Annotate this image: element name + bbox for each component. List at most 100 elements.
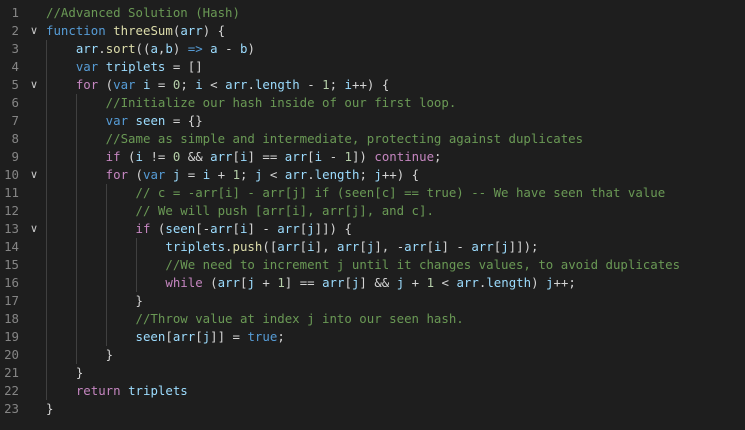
code-line[interactable]: 12 // We will push [arr[i], arr[j], and c…: [0, 202, 745, 220]
chevron-down-icon[interactable]: ∨: [28, 220, 40, 238]
code-token: !=: [142, 149, 173, 164]
code-line[interactable]: 22 return triplets: [0, 382, 745, 400]
code-line[interactable]: 16 while (arr[j + 1] == arr[j] && j + 1 <…: [0, 274, 745, 292]
code-token: triplets: [128, 383, 188, 398]
code-editor[interactable]: 1 //Advanced Solution (Hash) 2 ∨ function th…: [0, 0, 745, 430]
line-number: 15: [4, 257, 19, 272]
code-token: }: [135, 293, 143, 308]
code-line[interactable]: 2 ∨ function threeSum(arr) {: [0, 22, 745, 40]
code-token: 1: [344, 149, 352, 164]
indent-guide: [75, 202, 77, 220]
code-line[interactable]: 18 //Throw value at index j into our seen…: [0, 310, 745, 328]
indent-guide: [46, 256, 47, 274]
code-line[interactable]: 1 //Advanced Solution (Hash): [0, 4, 745, 22]
code-token: arr: [210, 149, 233, 164]
code-line[interactable]: 13 ∨ if (seen[-arr[i] - arr[j]]) {: [0, 220, 745, 238]
code-line[interactable]: 5 ∨ for (var i = 0; i < arr.length - 1; i+…: [0, 76, 745, 94]
code-line[interactable]: 3 arr.sort((a,b) => a - b): [0, 40, 745, 58]
code-token: //Advanced Solution (Hash): [46, 5, 240, 20]
code-token: return: [75, 383, 121, 398]
code-token: var: [75, 59, 99, 74]
code-token: arr: [471, 239, 494, 254]
code-token: arr: [284, 149, 308, 164]
code-token: arr: [277, 221, 300, 236]
code-token: if: [105, 149, 121, 164]
code-line[interactable]: 15 //We need to increment j until it chan…: [0, 256, 745, 274]
indent-guide: [75, 112, 77, 130]
code-token: b: [240, 41, 248, 56]
code-token: sort: [105, 41, 136, 56]
code-token: &&: [180, 149, 211, 164]
code-token: ) {: [202, 23, 226, 38]
indent-guide: [75, 148, 77, 166]
code-token: arr: [75, 41, 99, 56]
code-text: for (var j = i + 1; j < arr.length; j++)…: [106, 166, 419, 184]
code-line[interactable]: 7 var seen = {}: [0, 112, 745, 130]
code-token: for: [105, 167, 129, 182]
code-line[interactable]: 20}: [0, 346, 745, 364]
code-token: =>: [187, 41, 203, 56]
code-token: // We will push [arr[i], arr[j], and c].: [135, 203, 434, 218]
code-token: var: [142, 167, 166, 182]
indent-guide: [105, 310, 107, 328]
code-token: seen: [135, 329, 166, 344]
code-token: arr: [404, 239, 427, 254]
line-number: 3: [11, 41, 19, 56]
code-token: j: [247, 275, 255, 290]
code-token: ((: [135, 41, 151, 56]
code-line[interactable]: 14 triplets.push([arr[i], arr[j], -arr[i]…: [0, 238, 745, 256]
code-token: .: [225, 239, 233, 254]
code-text: function threeSum(arr) {: [46, 22, 225, 40]
code-line[interactable]: 10 ∨ for (var j = i + 1; j < arr.length; j…: [0, 166, 745, 184]
line-number: 19: [4, 329, 19, 344]
line-number: 6: [11, 95, 19, 110]
code-token: }: [75, 365, 84, 380]
code-token: <: [434, 275, 457, 290]
code-line[interactable]: 6 //Initialize our hash inside of our fir…: [0, 94, 745, 112]
code-text: for (var i = 0; i < arr.length - 1; i++)…: [76, 76, 389, 94]
code-line[interactable]: 23}: [0, 400, 745, 418]
code-line[interactable]: 4 var triplets = []: [0, 58, 745, 76]
code-token: i: [314, 149, 323, 164]
code-token: 1: [426, 275, 435, 290]
code-token: arr: [337, 239, 360, 254]
code-token: [: [344, 275, 352, 290]
code-token: +: [404, 275, 427, 290]
chevron-down-icon[interactable]: ∨: [28, 22, 40, 40]
code-token: ],: [314, 239, 337, 254]
indent-guide: [75, 274, 77, 292]
code-text: triplets.push([arr[i], arr[j], -arr[i] -…: [165, 238, 538, 256]
indent-guide: [46, 184, 47, 202]
code-text: //Initialize our hash inside of our firs…: [106, 94, 457, 112]
code-line[interactable]: 8 //Same as simple and intermediate, prot…: [0, 130, 745, 148]
code-token: arr: [172, 329, 196, 344]
code-token: threeSum: [113, 23, 173, 38]
code-token: (: [120, 149, 136, 164]
chevron-down-icon[interactable]: ∨: [28, 166, 40, 184]
code-token: = {}: [165, 113, 203, 128]
line-number: 20: [4, 347, 19, 362]
indent-guide: [46, 94, 47, 112]
indent-guide: [46, 148, 47, 166]
code-line[interactable]: 9 if (i != 0 && arr[i] == arr[i - 1]) con…: [0, 148, 745, 166]
code-text: }: [136, 292, 143, 310]
code-line[interactable]: 11 // c = -arr[i] - arr[j] if (seen[c] ==…: [0, 184, 745, 202]
indent-guide: [46, 130, 47, 148]
indent-guide: [135, 238, 137, 256]
code-token: ++) {: [381, 167, 420, 182]
code-line[interactable]: 21}: [0, 364, 745, 382]
indent-guide: [75, 166, 77, 184]
code-token: =: [150, 77, 173, 92]
code-text: // We will push [arr[i], arr[j], and c].: [136, 202, 434, 220]
code-line[interactable]: 19 seen[arr[j]] = true;: [0, 328, 745, 346]
code-text: var seen = {}: [106, 112, 203, 130]
code-line[interactable]: 17}: [0, 292, 745, 310]
line-number: 18: [4, 311, 19, 326]
code-token: = []: [165, 59, 203, 74]
chevron-down-icon[interactable]: ∨: [28, 76, 40, 94]
indent-guide: [75, 292, 77, 310]
indent-guide: [46, 238, 47, 256]
